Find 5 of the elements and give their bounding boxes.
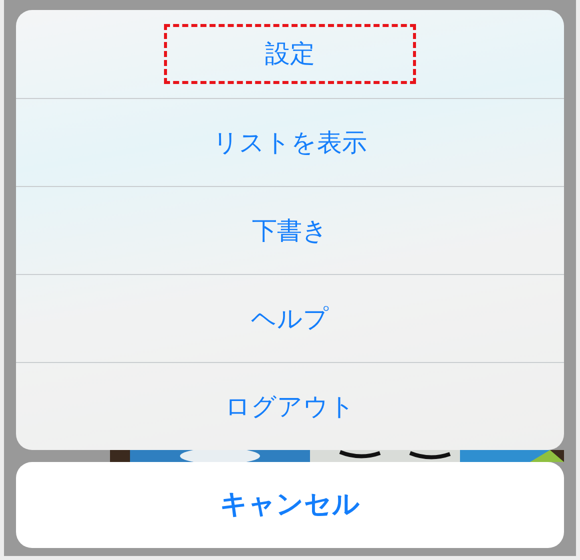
menu-item[interactable]: 設定 (16, 10, 564, 98)
menu-item[interactable]: ヘルプ (16, 274, 564, 362)
menu-item[interactable]: リストを表示 (16, 98, 564, 186)
cancel-button[interactable]: キャンセル (16, 462, 564, 548)
menu-item[interactable]: 下書き (16, 186, 564, 274)
